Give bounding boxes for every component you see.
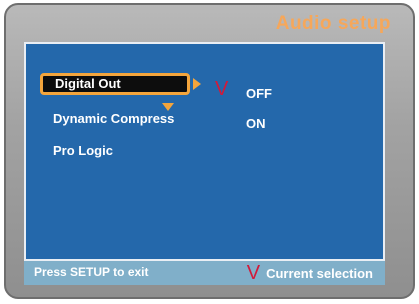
- arrow-down-icon: [162, 103, 174, 111]
- menu-item-dynamic-compress[interactable]: Dynamic Compress: [53, 111, 174, 126]
- option-off[interactable]: OFF: [246, 86, 272, 101]
- option-on[interactable]: ON: [246, 116, 266, 131]
- menu-item-digital-out[interactable]: Digital Out: [40, 73, 190, 95]
- menu-title: Audio setup: [275, 13, 391, 34]
- status-bar: Press SETUP to exit V Current selection: [24, 261, 385, 285]
- legend-label: Current selection: [266, 265, 373, 281]
- menu-item-pro-logic[interactable]: Pro Logic: [53, 143, 113, 158]
- legend-check-icon: V: [246, 262, 261, 284]
- current-selection-check-icon: V: [215, 78, 229, 100]
- current-selection-legend: V Current selection: [246, 262, 373, 284]
- arrow-right-icon: [193, 78, 201, 90]
- exit-hint: Press SETUP to exit: [34, 265, 149, 279]
